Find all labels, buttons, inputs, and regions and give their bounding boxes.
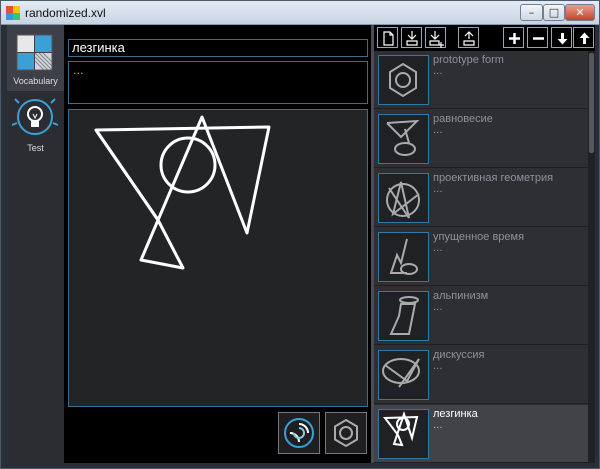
item-title: дискуссия [433,349,485,361]
vocabulary-icon [16,34,53,71]
window-title: randomized.xvl [25,6,106,20]
export-icon [463,31,475,46]
item-description: ... [433,184,443,195]
item-description: ... [433,66,443,77]
item-thumbnail [378,232,429,282]
import-add-button[interactable] [425,27,446,48]
list-item[interactable]: дискуссия ... [374,346,588,404]
add-button[interactable] [503,27,524,48]
item-description: ... [433,361,443,372]
add-icon [509,33,520,44]
description-field[interactable]: ... [68,61,368,104]
move-down-button[interactable] [551,27,572,48]
client-area: Vocabulary Test лезгинка ... prototype f… [7,25,595,463]
list-item-selected[interactable]: лезгинка ... [374,405,588,463]
drawing-canvas[interactable] [68,109,368,407]
window-bottom-border [1,463,599,468]
prototype-hexagon-icon [334,418,358,448]
list-item[interactable]: prototype form ... [374,51,588,109]
new-file-button[interactable] [377,27,398,48]
import-icon [406,31,418,46]
item-thumbnail [378,173,429,223]
list-item[interactable]: альпинизм ... [374,287,588,345]
list-item[interactable]: равновесие ... [374,110,588,168]
move-down-icon [557,33,568,45]
randomize-button[interactable] [278,412,320,454]
item-title: равновесие [433,113,493,125]
list-toolbar [374,25,595,50]
app-window: randomized.xvl – □ ✕ Vocabulary Test лез… [0,0,600,469]
remove-button[interactable] [527,27,548,48]
scrollbar-thumb[interactable] [589,53,594,153]
import-button[interactable] [401,27,422,48]
vocabulary-list: prototype form ... равновесие ... проект… [374,51,588,463]
new-file-icon [383,31,394,46]
remove-icon [533,37,544,40]
prototype-button[interactable] [325,412,367,454]
close-button[interactable]: ✕ [565,4,595,21]
item-description: ... [433,302,443,313]
list-scrollbar[interactable] [588,51,595,463]
list-item[interactable]: проективная геометрия ... [374,169,588,227]
sidebar-item-test[interactable]: Test [7,91,64,157]
item-title: проективная геометрия [433,172,554,184]
title-bar[interactable]: randomized.xvl – □ ✕ [1,1,599,25]
item-title: prototype form [433,54,504,66]
word-input[interactable]: лезгинка [68,39,368,57]
sketch-drawing [94,115,271,270]
randomize-swirl-icon [284,418,314,448]
list-item[interactable]: упущенное время ... [374,228,588,286]
test-lightbulb-icon [11,98,59,135]
move-up-icon [579,32,590,44]
item-description: ... [433,125,443,136]
import-add-icon [429,31,444,48]
item-description: ... [433,243,443,254]
sidebar: Vocabulary Test [7,25,64,463]
sidebar-item-vocabulary[interactable]: Vocabulary [7,25,64,91]
item-title: лезгинка [433,408,478,420]
item-thumbnail [378,114,429,164]
app-icon [6,6,20,20]
item-title: упущенное время [433,231,525,243]
item-thumbnail [378,409,429,459]
item-thumbnail [378,350,429,400]
item-description: ... [433,420,443,431]
item-thumbnail [378,55,429,105]
export-button[interactable] [458,27,479,48]
sidebar-item-label: Vocabulary [13,76,58,86]
item-thumbnail [378,291,429,341]
maximize-button[interactable]: □ [543,4,565,21]
sidebar-item-label: Test [27,143,44,153]
move-up-button[interactable] [573,27,594,48]
minimize-button[interactable]: – [520,4,543,21]
item-title: альпинизм [433,290,489,302]
